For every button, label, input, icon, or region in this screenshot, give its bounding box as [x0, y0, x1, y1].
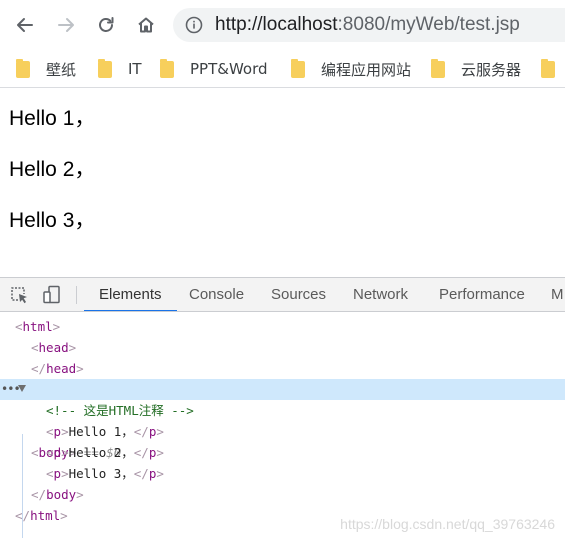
reload-icon — [99, 17, 114, 32]
device-toolbar-icon[interactable] — [42, 285, 64, 305]
folder-icon — [98, 58, 112, 78]
tab-console[interactable]: Console — [189, 278, 244, 311]
paragraph-3: Hello 3， — [9, 209, 96, 232]
dom-node-html-open[interactable]: <html> — [0, 316, 565, 337]
bookmark-folder-overflow[interactable] — [541, 56, 565, 82]
tab-elements[interactable]: Elements — [84, 278, 176, 311]
folder-icon — [431, 58, 445, 78]
dom-tree: <html> <head> </head> ••• <body> == $0 <… — [0, 312, 565, 541]
bookmark-folder-cloud-server[interactable]: 云服务器 — [431, 56, 521, 82]
node-text: Hello 1， — [68, 424, 134, 439]
url-host: http://localhost — [215, 14, 338, 35]
tag-name: head — [46, 361, 77, 376]
folder-icon — [160, 58, 174, 78]
dom-node-comment[interactable]: <!-- 这是HTML注释 --> — [0, 400, 565, 421]
bookmark-folder-programming[interactable]: 编程应用网站 — [291, 56, 411, 82]
bookmark-label: 云服务器 — [461, 60, 522, 79]
tag-name: body — [46, 487, 77, 502]
tag-name: p — [53, 424, 62, 439]
dom-node-head-close[interactable]: </head> — [0, 358, 565, 379]
forward-arrow-icon — [58, 18, 74, 32]
url-text: http://localhost:8080/myWeb/test.jsp — [215, 14, 520, 36]
bookmark-folder-it[interactable]: IT — [98, 56, 142, 82]
bookmark-label: PPT&Word — [190, 60, 268, 78]
home-button[interactable] — [131, 10, 161, 40]
paragraph-1: Hello 1， — [9, 107, 96, 130]
page-viewport: Hello 1， Hello 2， Hello 3， — [0, 89, 565, 277]
node-text: Hello 3， — [68, 466, 134, 481]
dom-node-body-selected[interactable]: ••• <body> == $0 — [0, 379, 565, 460]
devtools-tab-bar: Elements Console Sources Network Perform… — [0, 278, 565, 312]
dom-node-head-open[interactable]: <head> — [0, 337, 565, 358]
tab-network[interactable]: Network — [353, 278, 408, 311]
browser-toolbar: http://localhost:8080/myWeb/test.jsp — [0, 0, 565, 50]
tag-name: p — [53, 445, 62, 460]
bookmarks-bar: 壁纸 IT PPT&Word 编程应用网站 云服务器 — [0, 50, 565, 88]
site-info-icon[interactable] — [185, 16, 203, 34]
home-icon — [138, 17, 154, 33]
dom-node-body-close[interactable]: </body> — [0, 484, 565, 505]
url-path: :8080/myWeb/test.jsp — [337, 14, 520, 35]
tab-more[interactable]: M — [551, 278, 564, 311]
folder-icon — [16, 58, 30, 78]
devtools-panel: Elements Console Sources Network Perform… — [0, 277, 565, 541]
dom-node-p-2[interactable]: <p>Hello 2，</p> — [0, 442, 565, 463]
comment-text: <!-- 这是HTML注释 --> — [46, 403, 194, 418]
dom-node-p-1[interactable]: <p>Hello 1，</p> — [0, 421, 565, 442]
bookmark-label: IT — [128, 60, 142, 78]
more-options-icon[interactable]: ••• — [1, 379, 21, 400]
node-text: Hello 2， — [68, 445, 134, 460]
bookmark-folder-ppt-word[interactable]: PPT&Word — [160, 56, 268, 82]
folder-icon — [291, 58, 305, 78]
tab-performance[interactable]: Performance — [439, 278, 525, 311]
forward-button[interactable] — [51, 10, 81, 40]
back-arrow-icon — [17, 18, 33, 32]
bookmark-label: 编程应用网站 — [321, 60, 412, 79]
inspect-element-icon[interactable] — [9, 285, 31, 305]
folder-icon — [541, 58, 555, 78]
watermark: https://blog.csdn.net/qq_39763246 — [340, 516, 555, 532]
bookmark-folder-wallpaper[interactable]: 壁纸 — [16, 56, 76, 82]
expand-triangle-icon[interactable] — [18, 385, 26, 392]
tag-name: head — [38, 340, 69, 355]
tag-name: html — [22, 319, 53, 334]
reload-button[interactable] — [91, 10, 121, 40]
tag-name: p — [53, 466, 62, 481]
paragraph-2: Hello 2， — [9, 158, 96, 181]
toolbar-divider — [76, 286, 77, 304]
bookmark-label: 壁纸 — [46, 60, 77, 79]
back-button[interactable] — [10, 10, 40, 40]
address-bar[interactable]: http://localhost:8080/myWeb/test.jsp — [173, 8, 565, 42]
tag-name: html — [30, 508, 61, 523]
dom-node-p-3[interactable]: <p>Hello 3，</p> — [0, 463, 565, 484]
tab-sources[interactable]: Sources — [271, 278, 326, 311]
